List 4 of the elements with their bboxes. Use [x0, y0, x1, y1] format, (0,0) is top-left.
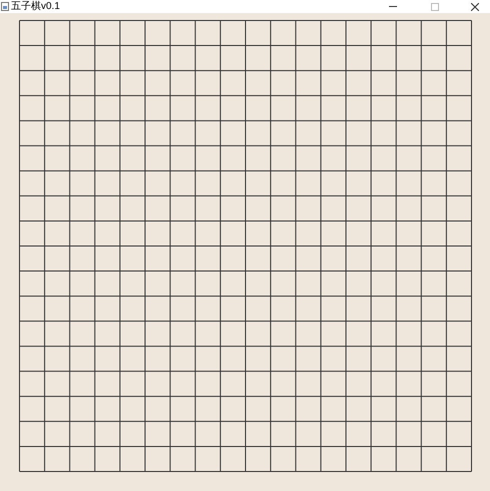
window-title: 五子棋v0.1 [11, 0, 60, 12]
minimize-icon [389, 6, 397, 7]
maximize-icon [431, 2, 439, 10]
close-icon [471, 2, 479, 10]
